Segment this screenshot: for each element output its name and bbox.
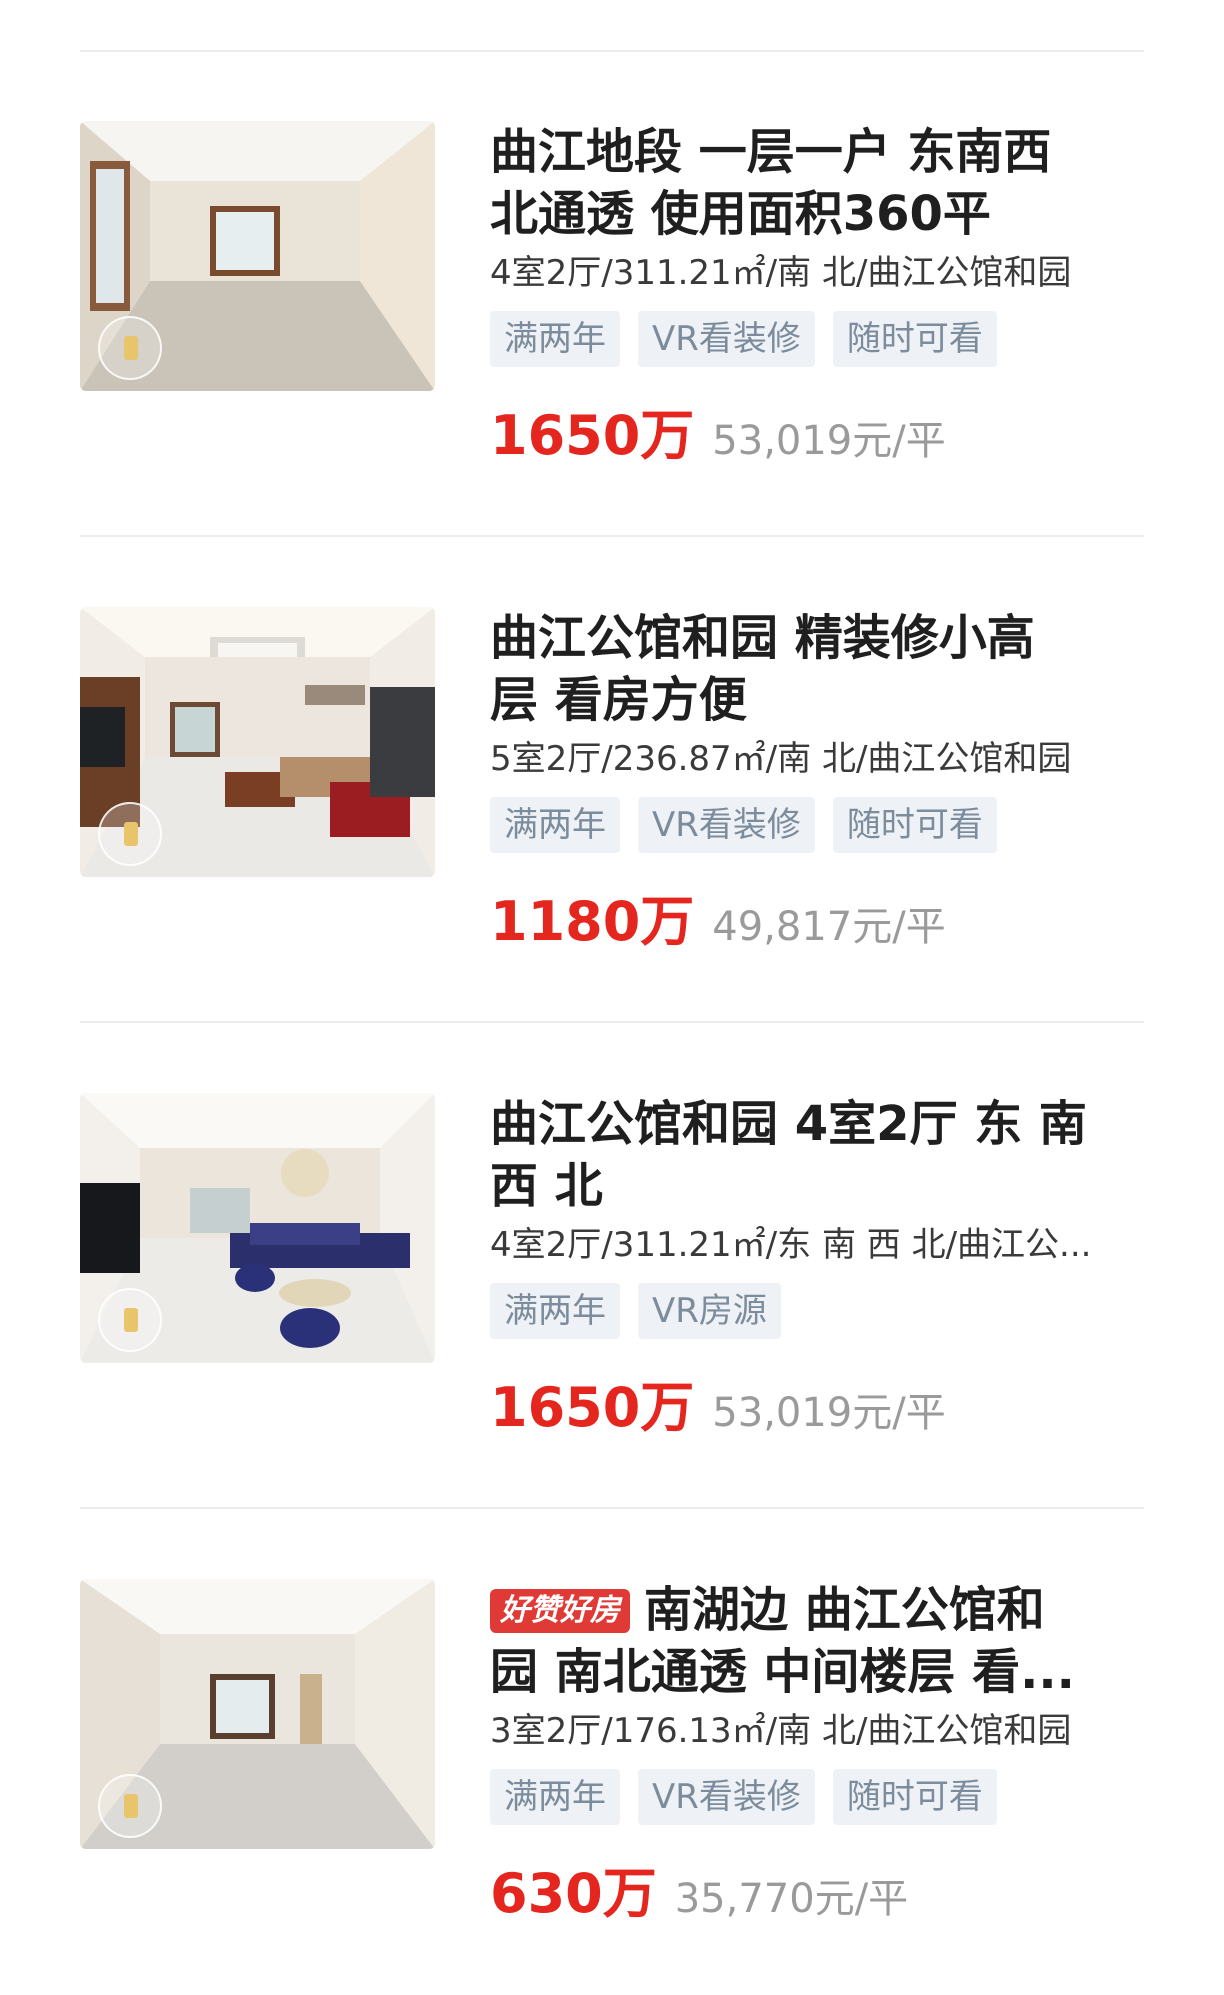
vr-360-icon [98, 1774, 162, 1838]
listing-card[interactable]: 曲江公馆和园 精装修小高 层 看房方便 5室2厅/236.87㎡/南 北/曲江公… [80, 537, 1144, 1023]
listing-meta: 3室2厅/176.13㎡/南 北/曲江公馆和园 [490, 1711, 1072, 1751]
listing-photo[interactable] [80, 1093, 435, 1363]
total-price: 630万 [490, 1862, 657, 1925]
total-price: 1650万 [490, 1376, 695, 1439]
title-line-2: 园 南北通透 中间楼层 看... [490, 1644, 1075, 1700]
tag: 满两年 [490, 311, 620, 367]
listing-title[interactable]: 好赞好房 南湖边 曲江公馆和 园 南北通透 中间楼层 看... [490, 1579, 1144, 1703]
unit-price: 53,019元/平 [712, 1390, 946, 1436]
tag: 随时可看 [832, 311, 997, 367]
tag-list: 满两年 VR看装修 随时可看 [490, 797, 1144, 853]
listing-photo[interactable] [80, 607, 435, 877]
tag: VR房源 [638, 1283, 781, 1339]
tag: VR看装修 [638, 797, 815, 853]
listing-meta: 4室2厅/311.21㎡/南 北/曲江公馆和园 [490, 253, 1072, 293]
tag: VR看装修 [638, 311, 815, 367]
tag: 随时可看 [832, 797, 997, 853]
listing-card[interactable]: 曲江公馆和园 4室2厅 东 南 西 北 4室2厅/311.21㎡/东 南 西 北… [80, 1023, 1144, 1509]
tag: 随时可看 [832, 1769, 997, 1825]
listing-title[interactable]: 曲江地段 一层一户 东南西 北通透 使用面积360平 [490, 121, 1144, 245]
featured-badge: 好赞好房 [490, 1589, 630, 1633]
listing-title[interactable]: 曲江公馆和园 精装修小高 层 看房方便 [490, 607, 1144, 731]
vr-360-icon [98, 1288, 162, 1352]
title-line-1: 曲江地段 一层一户 东南西 [490, 124, 1052, 180]
listing-card[interactable]: 好赞好房 南湖边 曲江公馆和 园 南北通透 中间楼层 看... 3室2厅/176.… [80, 1509, 1144, 1995]
total-price: 1180万 [490, 890, 695, 953]
listing-meta: 4室2厅/311.21㎡/东 南 西 北/曲江公... [490, 1225, 1092, 1265]
listing-photo[interactable] [80, 1579, 435, 1849]
total-price: 1650万 [490, 404, 695, 467]
unit-price: 53,019元/平 [712, 418, 946, 464]
tag: 满两年 [490, 1769, 620, 1825]
tag-list: 满两年 VR看装修 随时可看 [490, 311, 1144, 367]
listing-photo[interactable] [80, 121, 435, 391]
title-line-1: 曲江公馆和园 精装修小高 [490, 610, 1035, 666]
unit-price: 35,770元/平 [674, 1876, 909, 1922]
price-row: 1650万 53,019元/平 [490, 1363, 1144, 1442]
tag-list: 满两年 VR看装修 随时可看 [490, 1769, 1144, 1825]
tag: 满两年 [490, 797, 620, 853]
tag: 满两年 [490, 1283, 620, 1339]
tag: VR看装修 [638, 1769, 815, 1825]
listing-meta: 5室2厅/236.87㎡/南 北/曲江公馆和园 [490, 739, 1072, 779]
unit-price: 49,817元/平 [712, 904, 946, 950]
title-line-2: 层 看房方便 [490, 672, 747, 728]
price-row: 1650万 53,019元/平 [490, 391, 1144, 470]
price-row: 630万 35,770元/平 [490, 1849, 1144, 1928]
title-line-2: 西 北 [490, 1158, 603, 1214]
listing-card[interactable]: 曲江地段 一层一户 东南西 北通透 使用面积360平 4室2厅/311.21㎡/… [80, 51, 1144, 537]
title-line-1: 南湖边 曲江公馆和 [644, 1582, 1045, 1638]
title-line-2: 北通透 使用面积360平 [490, 186, 991, 242]
vr-360-icon [98, 802, 162, 866]
tag-list: 满两年 VR房源 [490, 1283, 1144, 1339]
title-line-1: 曲江公馆和园 4室2厅 东 南 [490, 1096, 1087, 1152]
price-row: 1180万 49,817元/平 [490, 877, 1144, 956]
vr-360-icon [98, 316, 162, 380]
listing-title[interactable]: 曲江公馆和园 4室2厅 东 南 西 北 [490, 1093, 1144, 1217]
